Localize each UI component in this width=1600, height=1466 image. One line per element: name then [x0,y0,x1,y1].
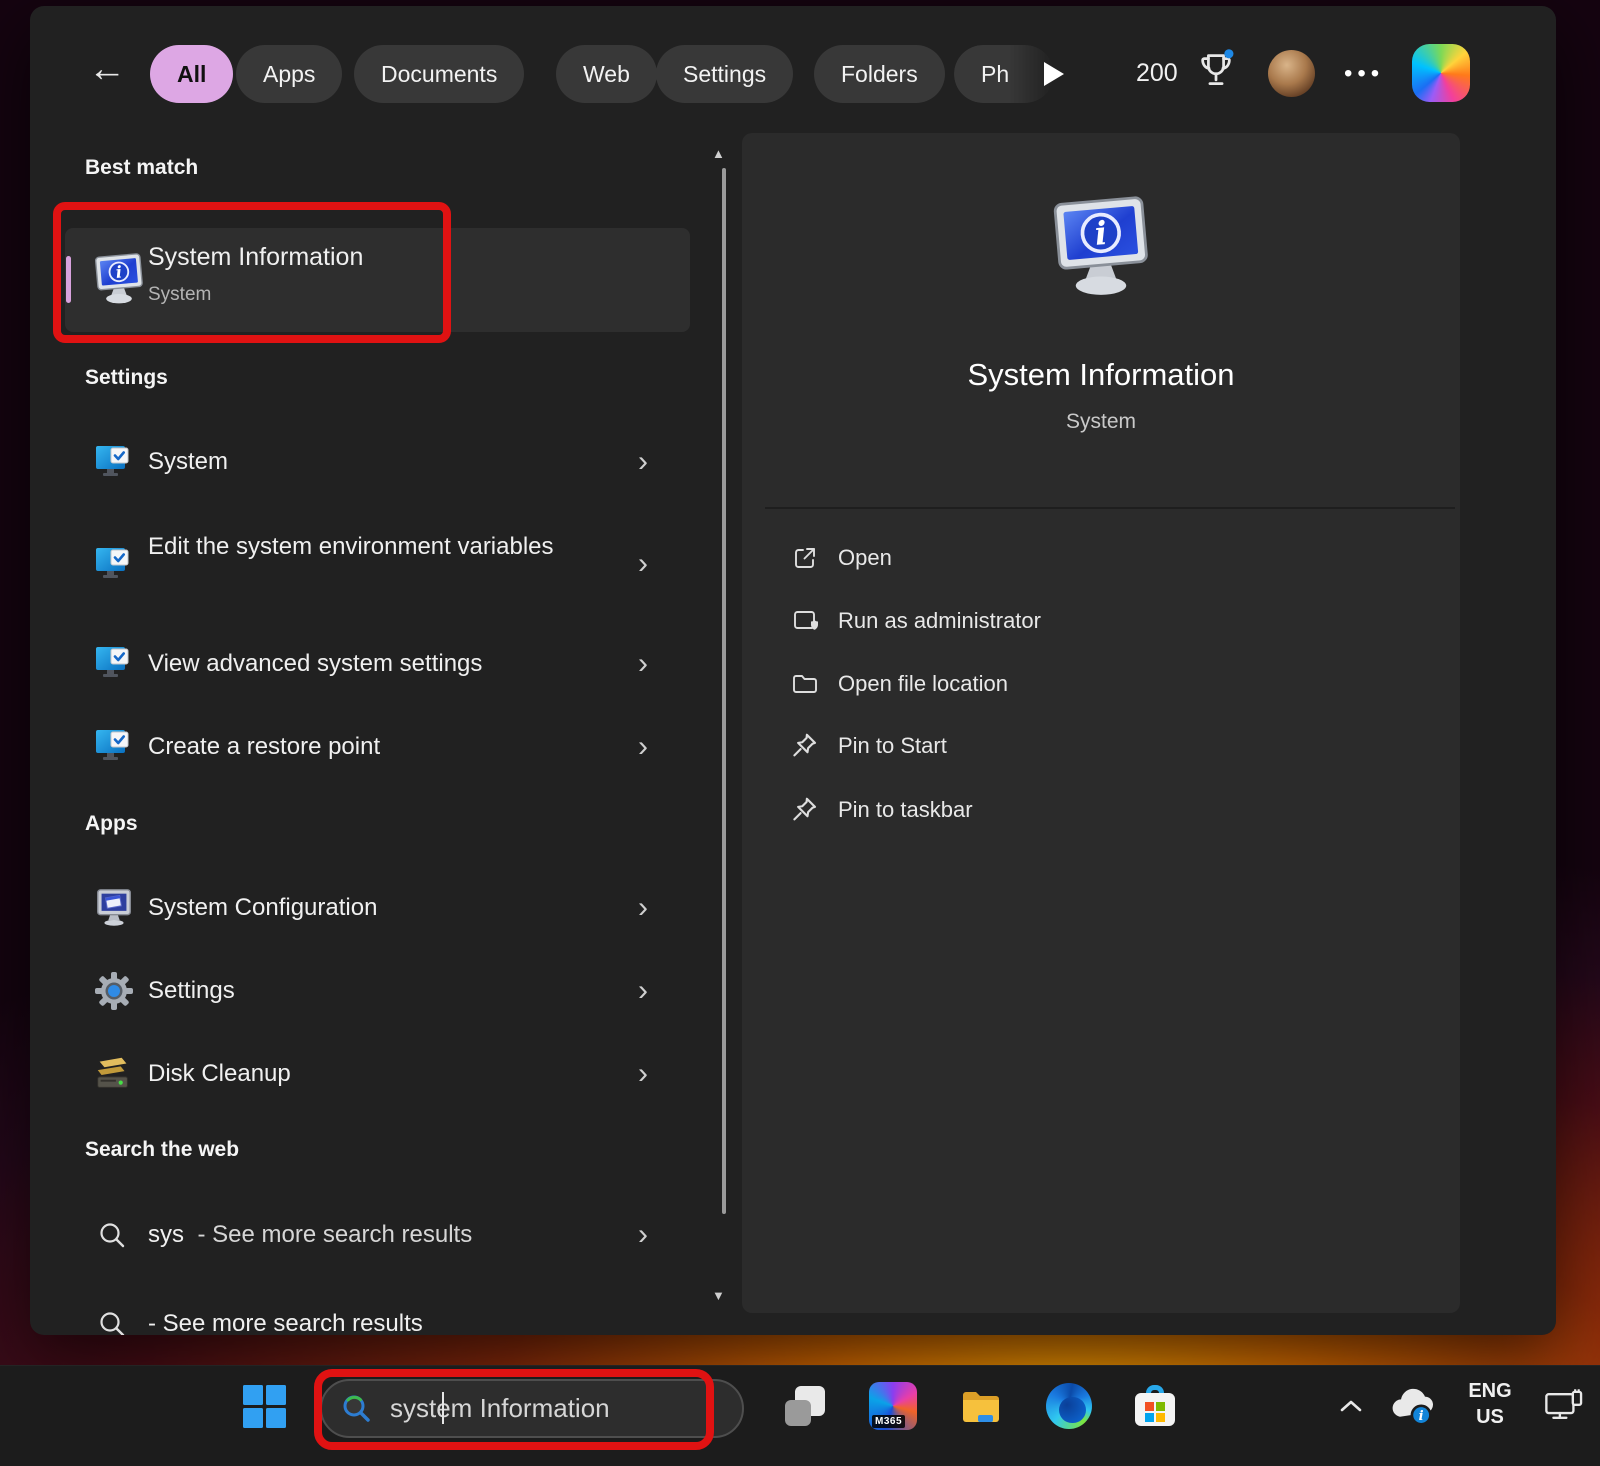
rewards-points: 200 [1136,59,1178,88]
web-query-suffix: - See more search results [197,1221,472,1248]
apps-section-header: Apps [85,812,138,836]
tab-photos-clipped[interactable]: Ph [954,45,1054,103]
microsoft-store-button[interactable] [1129,1380,1181,1432]
chevron-right-icon: › [638,976,648,1006]
edge-icon [1046,1383,1092,1429]
edge-button[interactable] [1043,1380,1095,1432]
user-avatar[interactable] [1268,50,1315,97]
more-options-icon[interactable]: ••• [1344,60,1384,88]
file-explorer-button[interactable] [955,1380,1007,1432]
system-settings-icon [92,543,136,592]
search-input[interactable] [388,1392,712,1425]
taskbar-search-box[interactable] [320,1379,744,1438]
play-icon[interactable] [1044,62,1064,86]
search-magnifier-icon [340,1392,374,1426]
result-disk-cleanup-title: Disk Cleanup [148,1060,291,1088]
tab-apps[interactable]: Apps [236,45,342,103]
system-information-large-icon: i [1046,194,1156,309]
chevron-right-icon: › [638,893,648,923]
pin-icon [790,731,820,766]
detail-divider [765,507,1455,509]
detail-subtitle: System [742,410,1460,434]
settings-gear-icon [92,969,136,1018]
language-line2: US [1458,1404,1522,1430]
tab-web[interactable]: Web [556,45,657,103]
web-section-header: Search the web [85,1138,239,1162]
chevron-right-icon: › [638,649,648,679]
action-pin-to-taskbar-label: Pin to taskbar [838,797,973,823]
tab-settings[interactable]: Settings [656,45,793,103]
tab-all[interactable]: All [150,45,233,103]
display-connection-icon[interactable] [1544,1388,1584,1429]
web-query: sys [148,1221,184,1248]
chevron-right-icon: › [638,732,648,762]
chevron-right-icon: › [638,1220,648,1250]
result-settings-app-title: Settings [148,977,235,1005]
folder-icon [790,669,820,704]
best-match-title: System Information [148,243,363,272]
action-run-admin-label: Run as administrator [838,608,1041,634]
task-view-button[interactable] [779,1380,831,1432]
detail-title: System Information [742,357,1460,393]
microsoft-store-icon [1132,1383,1178,1429]
language-indicator[interactable]: ENG US [1458,1378,1522,1430]
result-clipped-partial[interactable]: - See more search results [65,1301,690,1335]
tray-expand-chevron[interactable] [1338,1398,1364,1419]
disk-cleanup-icon [92,1052,136,1101]
back-arrow-icon[interactable]: ← [88,50,126,88]
system-configuration-icon [92,886,136,935]
system-settings-icon [92,725,136,774]
action-open-file-location-label: Open file location [838,671,1008,697]
copilot-icon[interactable] [1412,44,1470,102]
text-caret [442,1392,444,1424]
screen: ← All Apps Documents Web Settings Folder… [0,0,1600,1466]
chevron-right-icon: › [638,447,648,477]
result-system-title: System [148,448,228,476]
selection-accent-bar [66,256,71,303]
system-information-icon: i [91,252,147,313]
chevron-right-icon: › [638,549,648,579]
svg-text:i: i [1419,1409,1424,1424]
start-button[interactable] [238,1380,290,1432]
result-view-advanced-title: View advanced system settings [148,650,482,678]
scrollbar-up-arrow[interactable]: ▲ [712,146,725,161]
scrollbar-down-arrow[interactable]: ▼ [712,1288,725,1303]
m365-copilot-icon: M365 [869,1382,917,1430]
best-match-header: Best match [85,156,198,180]
action-open-label: Open [838,545,892,571]
rewards-trophy-icon[interactable] [1196,48,1236,97]
result-system-configuration-title: System Configuration [148,894,377,922]
tab-documents[interactable]: Documents [354,45,524,103]
best-match-subtitle: System [148,284,211,306]
tab-folders[interactable]: Folders [814,45,945,103]
pin-icon [790,795,820,830]
action-pin-to-start-label: Pin to Start [838,733,947,759]
system-settings-icon [92,642,136,691]
run-as-administrator-icon [790,606,820,641]
language-line1: ENG [1458,1378,1522,1404]
chevron-right-icon: › [638,1059,648,1089]
settings-section-header: Settings [85,366,168,390]
result-edit-env-title: Edit the system environment variables [148,528,618,566]
result-create-restore-title: Create a restore point [148,733,380,761]
open-icon [790,543,820,578]
scrollbar-thumb[interactable] [722,168,726,1214]
onedrive-cloud-icon[interactable]: i [1388,1388,1438,1433]
m365-badge: M365 [872,1415,905,1428]
file-explorer-icon [957,1382,1005,1430]
search-icon [97,1220,127,1255]
m365-copilot-button[interactable]: M365 [867,1380,919,1432]
system-settings-icon [92,441,136,490]
